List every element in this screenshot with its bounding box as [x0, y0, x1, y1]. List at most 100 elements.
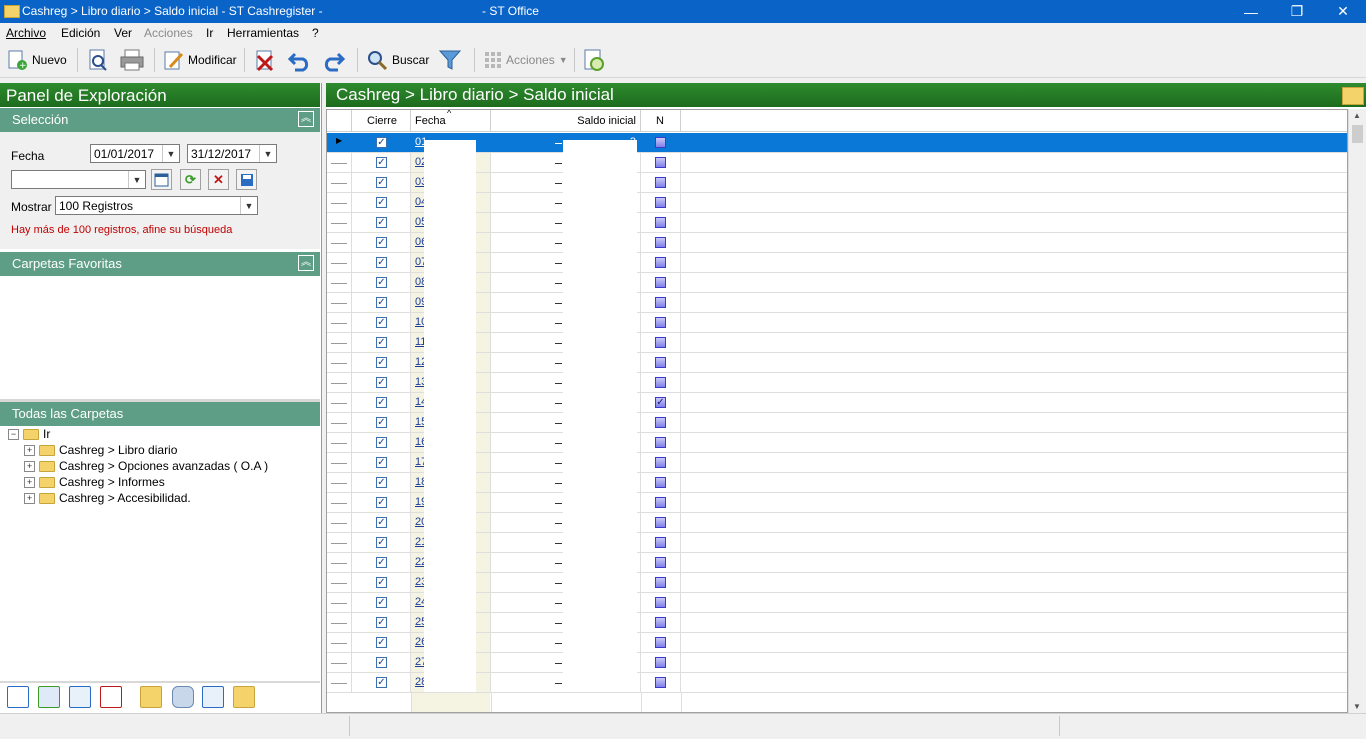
- table-row[interactable]: ✓213: [327, 533, 1347, 553]
- cierre-cell[interactable]: ✓: [352, 453, 411, 472]
- cierre-cell[interactable]: ✓: [352, 233, 411, 252]
- cierre-cell[interactable]: ✓: [352, 193, 411, 212]
- cierre-checkbox[interactable]: ✓: [376, 677, 387, 688]
- n-checkbox[interactable]: [655, 457, 666, 468]
- task-checklist-icon[interactable]: [100, 686, 122, 708]
- collapse-icon[interactable]: ︽: [298, 111, 314, 127]
- favorites-section-header[interactable]: Carpetas Favoritas ︽: [0, 252, 320, 276]
- row-selector[interactable]: [327, 473, 352, 492]
- cierre-checkbox[interactable]: ✓: [376, 457, 387, 468]
- n-cell[interactable]: [641, 673, 681, 692]
- n-cell[interactable]: [641, 433, 681, 452]
- table-row[interactable]: ✓162: [327, 433, 1347, 453]
- n-checkbox[interactable]: [655, 217, 666, 228]
- cierre-cell[interactable]: ✓: [352, 533, 411, 552]
- cierre-checkbox[interactable]: ✓: [376, 477, 387, 488]
- table-row[interactable]: ▶✓013: [327, 133, 1347, 153]
- n-cell[interactable]: [641, 373, 681, 392]
- n-cell[interactable]: [641, 173, 681, 192]
- cierre-checkbox[interactable]: ✓: [376, 537, 387, 548]
- notes-icon[interactable]: [140, 686, 162, 708]
- tree-root[interactable]: − Ir: [8, 426, 50, 442]
- n-checkbox[interactable]: [655, 257, 666, 268]
- n-cell[interactable]: [641, 473, 681, 492]
- row-selector[interactable]: [327, 553, 352, 572]
- row-selector[interactable]: [327, 173, 352, 192]
- cierre-cell[interactable]: ✓: [352, 613, 411, 632]
- cierre-cell[interactable]: ✓: [352, 173, 411, 192]
- table-row[interactable]: ✓130: [327, 373, 1347, 393]
- n-checkbox[interactable]: [655, 237, 666, 248]
- n-checkbox[interactable]: [655, 617, 666, 628]
- scroll-down-arrow-icon[interactable]: ▼: [1353, 702, 1361, 711]
- cierre-cell[interactable]: ✓: [352, 133, 411, 152]
- row-selector[interactable]: [327, 253, 352, 272]
- n-checkbox[interactable]: [655, 537, 666, 548]
- tree-item-informes[interactable]: + Cashreg > Informes: [24, 474, 165, 490]
- n-checkbox[interactable]: [655, 197, 666, 208]
- n-checkbox[interactable]: [655, 657, 666, 668]
- cierre-cell[interactable]: ✓: [352, 593, 411, 612]
- n-checkbox[interactable]: [655, 157, 666, 168]
- n-checkbox[interactable]: [655, 637, 666, 648]
- cierre-cell[interactable]: ✓: [352, 633, 411, 652]
- cierre-cell[interactable]: ✓: [352, 573, 411, 592]
- menu-acciones[interactable]: Acciones: [144, 26, 193, 40]
- table-row[interactable]: ✓023: [327, 153, 1347, 173]
- n-cell[interactable]: [641, 573, 681, 592]
- table-row[interactable]: ✓233: [327, 573, 1347, 593]
- n-checkbox[interactable]: [655, 677, 666, 688]
- cierre-cell[interactable]: ✓: [352, 253, 411, 272]
- scroll-up-arrow-icon[interactable]: ▲: [1353, 111, 1361, 120]
- menu-ir[interactable]: Ir: [206, 26, 213, 40]
- row-selector[interactable]: [327, 373, 352, 392]
- n-checkbox[interactable]: [655, 337, 666, 348]
- cierre-checkbox[interactable]: ✓: [376, 237, 387, 248]
- row-selector[interactable]: [327, 233, 352, 252]
- table-row[interactable]: ✓201: [327, 513, 1347, 533]
- new-button[interactable]: + Nuevo: [6, 46, 67, 74]
- n-checkbox[interactable]: [655, 177, 666, 188]
- cierre-cell[interactable]: ✓: [352, 313, 411, 332]
- cierre-cell[interactable]: ✓: [352, 353, 411, 372]
- n-checkbox[interactable]: [655, 497, 666, 508]
- mail-icon[interactable]: [202, 686, 224, 708]
- n-cell[interactable]: [641, 493, 681, 512]
- row-selector[interactable]: [327, 333, 352, 352]
- menu-archivo[interactable]: Archivo: [6, 26, 46, 40]
- table-row[interactable]: ✓070: [327, 253, 1347, 273]
- cierre-cell[interactable]: ✓: [352, 393, 411, 412]
- mostrar-select[interactable]: 100 Registros ▼: [55, 196, 258, 215]
- n-cell[interactable]: [641, 293, 681, 312]
- n-cell[interactable]: [641, 253, 681, 272]
- n-checkbox[interactable]: ✓: [655, 397, 666, 408]
- n-cell[interactable]: [641, 353, 681, 372]
- n-cell[interactable]: [641, 193, 681, 212]
- cierre-checkbox[interactable]: ✓: [376, 197, 387, 208]
- row-selector[interactable]: [327, 453, 352, 472]
- cierre-cell[interactable]: ✓: [352, 273, 411, 292]
- table-row[interactable]: ✓144✓: [327, 393, 1347, 413]
- menu-help[interactable]: ?: [312, 26, 319, 40]
- cierre-cell[interactable]: ✓: [352, 413, 411, 432]
- column-header-n[interactable]: N: [641, 110, 681, 132]
- tree-item-accesibilidad[interactable]: + Cashreg > Accesibilidad.: [24, 490, 191, 506]
- delete-button[interactable]: [253, 46, 277, 74]
- menu-edicion[interactable]: Edición: [61, 26, 100, 40]
- actions-dropdown[interactable]: Acciones ▼: [484, 46, 568, 74]
- collapse-icon[interactable]: ︽: [298, 255, 314, 271]
- table-row[interactable]: ✓110: [327, 333, 1347, 353]
- cierre-checkbox[interactable]: ✓: [376, 357, 387, 368]
- filter-combo[interactable]: ▼: [11, 170, 146, 189]
- cierre-checkbox[interactable]: ✓: [376, 657, 387, 668]
- cierre-cell[interactable]: ✓: [352, 213, 411, 232]
- n-checkbox[interactable]: [655, 137, 666, 148]
- n-checkbox[interactable]: [655, 517, 666, 528]
- n-cell[interactable]: [641, 333, 681, 352]
- row-selector[interactable]: [327, 193, 352, 212]
- list-view-icon[interactable]: [7, 686, 29, 708]
- table-row[interactable]: ✓120: [327, 353, 1347, 373]
- row-selector[interactable]: [327, 493, 352, 512]
- n-checkbox[interactable]: [655, 437, 666, 448]
- n-checkbox[interactable]: [655, 317, 666, 328]
